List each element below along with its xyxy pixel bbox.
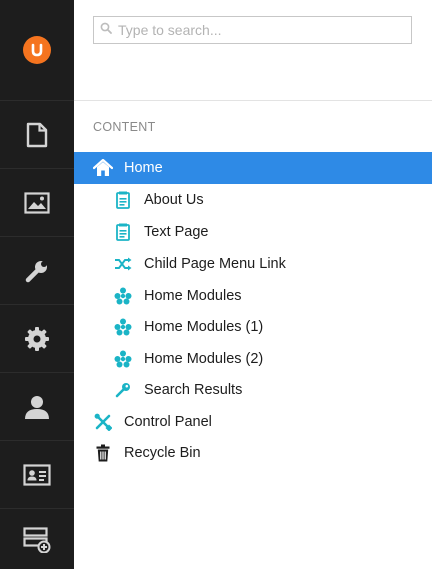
home-icon [93, 158, 113, 178]
tree-node-home-modules-1[interactable]: Home Modules (1) [74, 311, 432, 343]
tree-node-label: Home [124, 160, 163, 176]
user-icon [24, 395, 50, 419]
section-sidebar [0, 0, 74, 569]
umbraco-logo-button[interactable] [0, 0, 74, 100]
trash-icon [93, 443, 113, 463]
tree-node-home-modules[interactable]: Home Modules [74, 280, 432, 312]
document-icon [113, 190, 133, 210]
key-icon [113, 380, 133, 400]
tree-node-recycle-bin[interactable]: Recycle Bin [74, 437, 432, 469]
forms-section-button[interactable] [0, 508, 74, 570]
members-section-button[interactable] [0, 440, 74, 508]
umbraco-logo-icon [23, 36, 51, 64]
modules-icon [113, 286, 133, 306]
media-section-button[interactable] [0, 168, 74, 236]
users-section-button[interactable] [0, 372, 74, 440]
id-card-icon [23, 463, 51, 486]
tree-node-about-us[interactable]: About Us [74, 184, 432, 216]
search-input[interactable] [118, 22, 388, 38]
modules-icon [113, 317, 133, 337]
tree-node-home-modules-2[interactable]: Home Modules (2) [74, 343, 432, 375]
tree-node-label: Home Modules (1) [144, 319, 264, 335]
search-box[interactable] [93, 16, 412, 44]
tree-section-header: CONTENT [93, 120, 156, 134]
tree-node-label: Text Page [144, 224, 209, 240]
wrench-icon [24, 258, 50, 284]
search-icon [94, 21, 118, 39]
tree-node-label: Home Modules [144, 288, 242, 304]
forms-section-icon [23, 526, 51, 553]
tree-node-label: About Us [144, 192, 204, 208]
shuffle-icon [113, 254, 133, 274]
media-section-icon [24, 191, 50, 214]
settings-section-button[interactable] [0, 236, 74, 304]
search-area [74, 0, 432, 101]
modules-icon [113, 349, 133, 369]
tree-node-control-panel[interactable]: Control Panel [74, 406, 432, 438]
tree-node-label: Home Modules (2) [144, 351, 264, 367]
document-icon [113, 222, 133, 242]
tools-icon [93, 412, 113, 432]
tree-node-child-page-menu-link[interactable]: Child Page Menu Link [74, 248, 432, 280]
content-section-icon [26, 122, 48, 148]
gear-icon [24, 326, 50, 352]
tree-node-label: Recycle Bin [124, 445, 201, 461]
tree-node-home[interactable]: Home [74, 152, 432, 184]
developer-section-button[interactable] [0, 304, 74, 372]
content-section-button[interactable] [0, 100, 74, 168]
tree-node-label: Control Panel [124, 414, 212, 430]
tree-node-label: Search Results [144, 382, 243, 398]
tree-node-text-page[interactable]: Text Page [74, 216, 432, 248]
tree-node-search-results[interactable]: Search Results [74, 374, 432, 406]
tree-node-label: Child Page Menu Link [144, 256, 286, 272]
tree-panel: CONTENT Home About Us [74, 0, 432, 569]
